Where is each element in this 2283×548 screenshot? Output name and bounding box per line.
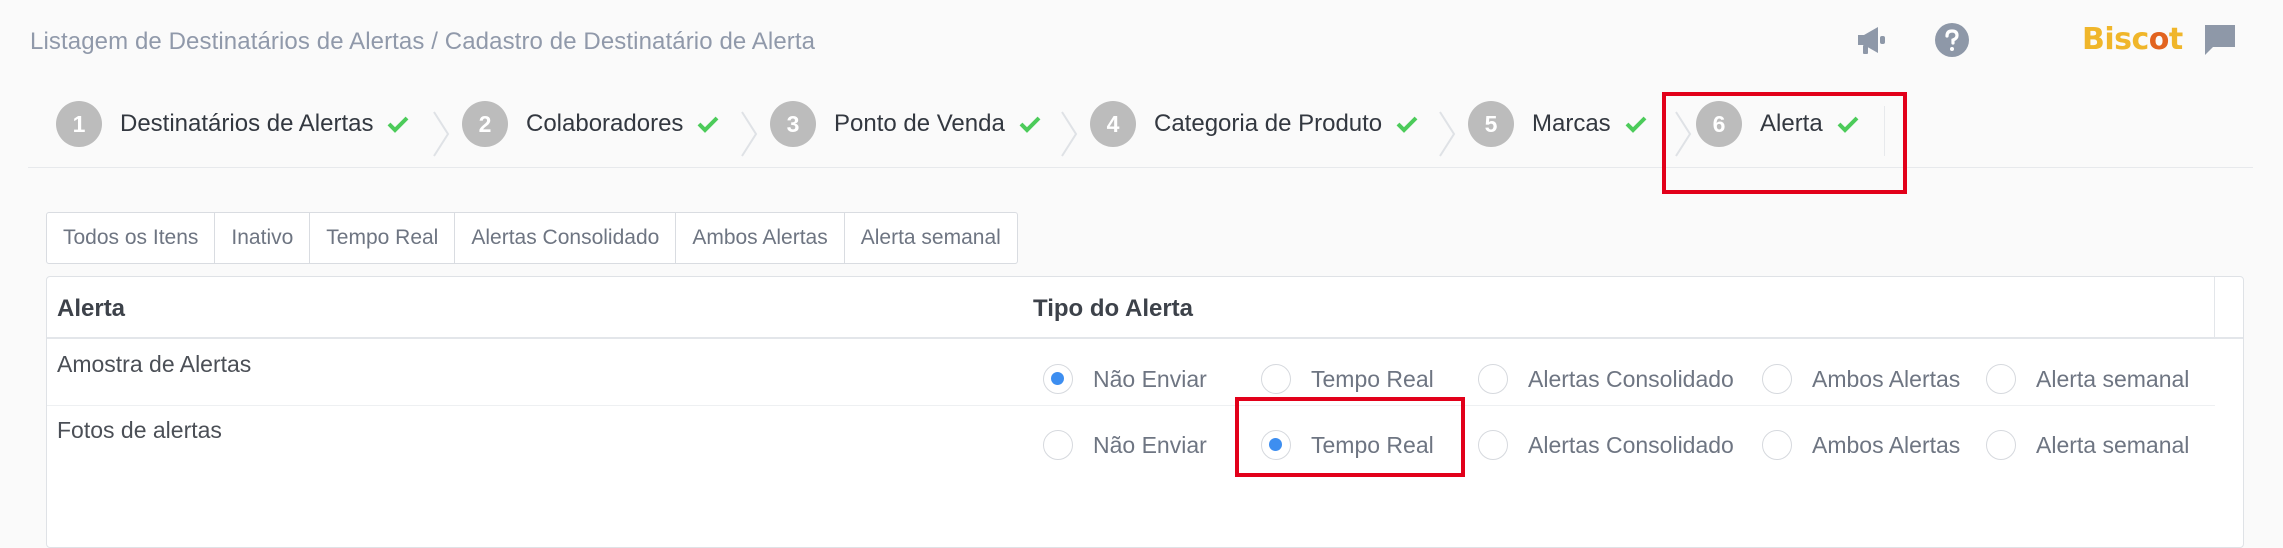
- step-number: 4: [1090, 101, 1136, 147]
- step-2[interactable]: 2 Colaboradores: [462, 92, 719, 156]
- option-label: Alertas Consolidado: [1528, 431, 1734, 458]
- step-number: 2: [462, 101, 508, 147]
- table-header: Alerta Tipo do Alerta: [47, 277, 2243, 339]
- header-scroll-divider: [2214, 277, 2215, 337]
- alerts-table: Alerta Tipo do Alerta Amostra de Alertas…: [46, 276, 2244, 548]
- chevron-right-icon: [1439, 111, 1456, 157]
- megaphone-icon[interactable]: [1855, 22, 1891, 58]
- filter-inativo[interactable]: Inativo: [215, 213, 311, 263]
- wizard-steps: 1 Destinatários de Alertas 2 Colaborador…: [28, 92, 2253, 170]
- table-row: Amostra de Alertas Não Enviar Tempo Real…: [47, 339, 2215, 406]
- filter-tabs: Todos os Itens Inativo Tempo Real Alerta…: [46, 212, 1018, 264]
- step-6-highlight: [1662, 92, 1907, 194]
- step-5[interactable]: 5 Marcas: [1468, 92, 1647, 156]
- table-row: Fotos de alertas Não Enviar Tempo Real A…: [47, 405, 2215, 471]
- filter-ambos-alertas[interactable]: Ambos Alertas: [676, 213, 845, 263]
- chat-icon[interactable]: [2202, 22, 2238, 58]
- radio-button[interactable]: [1986, 430, 2016, 460]
- option-nao-enviar[interactable]: Não Enviar: [1043, 430, 1207, 460]
- option-label: Alerta semanal: [2036, 431, 2190, 458]
- chevron-right-icon: [1061, 111, 1078, 157]
- filter-alerta-semanal[interactable]: Alerta semanal: [845, 213, 1017, 263]
- option-label: Alerta semanal: [2036, 365, 2190, 392]
- option-ambos-alertas[interactable]: Ambos Alertas: [1762, 364, 1960, 394]
- step-label: Colaboradores: [526, 110, 684, 137]
- step-label: Destinatários de Alertas: [120, 110, 374, 137]
- radio-button[interactable]: [1986, 364, 2016, 394]
- option-label: Não Enviar: [1093, 431, 1207, 458]
- option-label: Ambos Alertas: [1812, 431, 1961, 458]
- step-label: Marcas: [1532, 110, 1611, 137]
- step-4[interactable]: 4 Categoria de Produto: [1090, 92, 1418, 156]
- step-label: Ponto de Venda: [834, 110, 1005, 137]
- option-label: Não Enviar: [1093, 365, 1207, 392]
- step-3[interactable]: 3 Ponto de Venda: [770, 92, 1041, 156]
- radio-button[interactable]: [1762, 430, 1792, 460]
- biscoito-logo: Biscot: [2082, 22, 2183, 57]
- breadcrumb-current: Cadastro de Destinatário de Alerta: [444, 28, 816, 55]
- chevron-right-icon: [741, 111, 758, 157]
- filter-todos[interactable]: Todos os Itens: [47, 213, 216, 263]
- radio-button[interactable]: [1478, 364, 1508, 394]
- radio-button[interactable]: [1261, 364, 1291, 394]
- option-tempo-real[interactable]: Tempo Real: [1261, 364, 1434, 394]
- tempo-real-highlight: [1235, 397, 1465, 477]
- steps-divider: [28, 167, 2253, 168]
- radio-button[interactable]: [1043, 364, 1073, 394]
- check-icon: [698, 116, 719, 133]
- option-alertas-consolidado[interactable]: Alertas Consolidado: [1478, 430, 1734, 460]
- step-number: 5: [1468, 101, 1514, 147]
- step-1[interactable]: 1 Destinatários de Alertas: [56, 92, 409, 156]
- help-icon[interactable]: [1934, 22, 1970, 58]
- step-label: Categoria de Produto: [1154, 110, 1383, 137]
- radio-button[interactable]: [1762, 364, 1792, 394]
- option-label: Alertas Consolidado: [1528, 365, 1734, 392]
- radio-button[interactable]: [1043, 430, 1073, 460]
- check-icon: [1625, 116, 1647, 133]
- option-label: Ambos Alertas: [1812, 365, 1961, 392]
- step-number: 1: [56, 101, 102, 147]
- alert-name: Fotos de alertas: [57, 417, 222, 443]
- header-tipo-alerta: Tipo do Alerta: [1033, 295, 1194, 322]
- alert-name: Amostra de Alertas: [57, 351, 252, 377]
- breadcrumb-parent-link[interactable]: Listagem de Destinatários de Alertas: [30, 28, 424, 55]
- breadcrumb: Listagem de Destinatários de Alertas / C…: [30, 28, 815, 56]
- filter-alertas-consolidado[interactable]: Alertas Consolidado: [455, 213, 677, 263]
- option-label: Tempo Real: [1311, 365, 1434, 392]
- option-nao-enviar[interactable]: Não Enviar: [1043, 364, 1207, 394]
- chevron-right-icon: [433, 111, 450, 157]
- step-number: 3: [770, 101, 816, 147]
- breadcrumb-separator: /: [424, 28, 445, 55]
- radio-button[interactable]: [1478, 430, 1508, 460]
- check-icon: [388, 116, 409, 133]
- check-icon: [1396, 116, 1418, 133]
- header-alerta: Alerta: [57, 295, 126, 322]
- option-alertas-consolidado[interactable]: Alertas Consolidado: [1478, 364, 1734, 394]
- filter-tempo-real[interactable]: Tempo Real: [310, 213, 456, 263]
- option-ambos-alertas[interactable]: Ambos Alertas: [1762, 430, 1960, 460]
- option-alerta-semanal[interactable]: Alerta semanal: [1986, 430, 2189, 460]
- option-alerta-semanal[interactable]: Alerta semanal: [1986, 364, 2189, 394]
- check-icon: [1019, 116, 1041, 133]
